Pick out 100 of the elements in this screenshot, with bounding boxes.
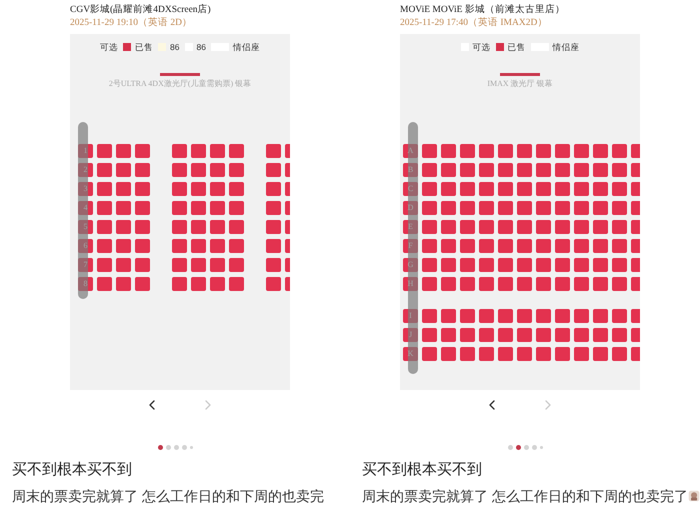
seat[interactable] [536, 309, 551, 323]
seat[interactable] [191, 258, 206, 272]
seat[interactable] [266, 201, 281, 215]
seat[interactable] [135, 277, 150, 291]
seat[interactable] [422, 277, 437, 291]
seat[interactable] [479, 144, 494, 158]
seat[interactable] [97, 239, 112, 253]
seat[interactable] [97, 201, 112, 215]
seat[interactable] [191, 220, 206, 234]
seat[interactable] [441, 182, 456, 196]
seat[interactable] [593, 239, 608, 253]
seat[interactable] [422, 258, 437, 272]
seat[interactable] [593, 201, 608, 215]
seat[interactable] [479, 182, 494, 196]
seat[interactable] [210, 163, 225, 177]
seat[interactable] [517, 182, 532, 196]
seat[interactable] [172, 277, 187, 291]
seat[interactable] [172, 220, 187, 234]
seat[interactable] [479, 239, 494, 253]
seat[interactable] [517, 201, 532, 215]
seat[interactable] [422, 144, 437, 158]
seat[interactable] [229, 277, 244, 291]
seat[interactable] [612, 328, 627, 342]
seat[interactable] [116, 163, 131, 177]
seat[interactable] [536, 277, 551, 291]
seat[interactable] [135, 182, 150, 196]
scrollbar[interactable] [408, 122, 418, 374]
seat[interactable] [479, 201, 494, 215]
seat[interactable] [422, 220, 437, 234]
seat[interactable] [97, 163, 112, 177]
seat[interactable] [536, 201, 551, 215]
seat[interactable] [97, 182, 112, 196]
seat[interactable] [612, 347, 627, 361]
seat[interactable] [266, 144, 281, 158]
seat[interactable] [460, 309, 475, 323]
seat[interactable] [422, 201, 437, 215]
seat[interactable] [191, 182, 206, 196]
seat[interactable] [191, 277, 206, 291]
seat[interactable] [574, 328, 589, 342]
seat[interactable] [266, 258, 281, 272]
seat[interactable] [498, 258, 513, 272]
seat[interactable] [191, 163, 206, 177]
seat[interactable] [191, 239, 206, 253]
seat[interactable] [229, 201, 244, 215]
seat[interactable] [422, 163, 437, 177]
seat[interactable] [593, 328, 608, 342]
seat[interactable] [210, 182, 225, 196]
seat[interactable] [479, 277, 494, 291]
seat[interactable] [498, 347, 513, 361]
seat[interactable] [555, 163, 570, 177]
seat[interactable] [441, 347, 456, 361]
seat[interactable] [441, 277, 456, 291]
seat[interactable] [593, 277, 608, 291]
seat[interactable] [422, 347, 437, 361]
seat[interactable] [135, 258, 150, 272]
seat[interactable] [135, 239, 150, 253]
seat[interactable] [498, 144, 513, 158]
seat[interactable] [135, 163, 150, 177]
seat[interactable] [555, 144, 570, 158]
seat[interactable] [210, 201, 225, 215]
seat[interactable] [441, 328, 456, 342]
seat[interactable] [555, 309, 570, 323]
seat[interactable] [479, 347, 494, 361]
seat[interactable] [555, 328, 570, 342]
seat[interactable] [517, 163, 532, 177]
seat[interactable] [593, 347, 608, 361]
seat[interactable] [441, 201, 456, 215]
seat[interactable] [593, 309, 608, 323]
seat[interactable] [517, 220, 532, 234]
seat[interactable] [498, 328, 513, 342]
seat[interactable] [479, 328, 494, 342]
seat[interactable] [172, 144, 187, 158]
seat[interactable] [422, 239, 437, 253]
seat[interactable] [210, 239, 225, 253]
seat[interactable] [574, 239, 589, 253]
seat[interactable] [460, 347, 475, 361]
seat[interactable] [441, 239, 456, 253]
scrollbar[interactable] [78, 122, 88, 299]
seat[interactable] [460, 201, 475, 215]
seat[interactable] [517, 277, 532, 291]
seat[interactable] [460, 239, 475, 253]
seat[interactable] [612, 163, 627, 177]
seat[interactable] [479, 309, 494, 323]
seat[interactable] [517, 309, 532, 323]
seat[interactable] [116, 201, 131, 215]
seat[interactable] [229, 239, 244, 253]
seat[interactable] [517, 258, 532, 272]
seat[interactable] [135, 201, 150, 215]
seat[interactable] [574, 258, 589, 272]
seat[interactable] [422, 309, 437, 323]
seat[interactable] [229, 220, 244, 234]
seat[interactable] [555, 347, 570, 361]
seat[interactable] [97, 277, 112, 291]
seat[interactable] [97, 144, 112, 158]
seat[interactable] [517, 144, 532, 158]
seat[interactable] [210, 277, 225, 291]
seat[interactable] [229, 163, 244, 177]
seat[interactable] [612, 239, 627, 253]
seat[interactable] [612, 309, 627, 323]
seat[interactable] [574, 201, 589, 215]
